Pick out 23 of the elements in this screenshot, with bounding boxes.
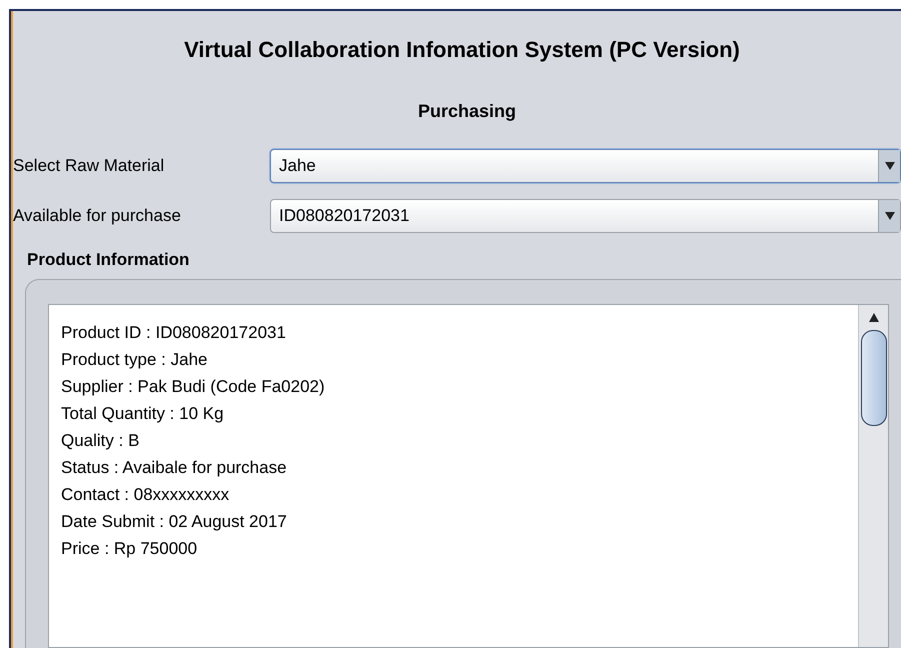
field-label: Select Raw Material (13, 155, 166, 178)
panel-title: Product Information (27, 250, 190, 269)
info-line: Date Submit : 02 August 2017 (61, 511, 288, 533)
caret-icon[interactable] (878, 200, 900, 232)
window-title: Virtual Collaboration Infomation System (PC Version) (183, 36, 740, 64)
field-label: Available for purchase (13, 205, 182, 228)
info-line: Quality : B (61, 430, 140, 452)
info-line: Price : Rp 750000 (61, 538, 198, 560)
caret-icon[interactable] (878, 150, 900, 182)
scroll-up-icon[interactable] (868, 313, 878, 322)
dropdown[interactable]: ID080820172031 (270, 199, 901, 233)
section-title: Purchasing (418, 100, 516, 123)
dropdown-value: Jahe (278, 155, 317, 178)
info-line: Status : Avaibale for purchase (61, 457, 288, 479)
dropdown-value: ID080820172031 (278, 205, 410, 228)
info-line: Product ID : ID080820172031 (61, 322, 287, 344)
scroll-thumb[interactable] (860, 330, 886, 426)
info-line: Total Quantity : 10 Kg (61, 403, 225, 425)
scrollbar[interactable] (858, 305, 888, 647)
dropdown[interactable]: Jahe (270, 149, 901, 183)
info-line: Supplier : Pak Budi (Code Fa0202) (61, 376, 326, 398)
info-line: Contact : 08xxxxxxxxx (61, 484, 230, 506)
info-line: Product type : Jahe (61, 349, 208, 371)
